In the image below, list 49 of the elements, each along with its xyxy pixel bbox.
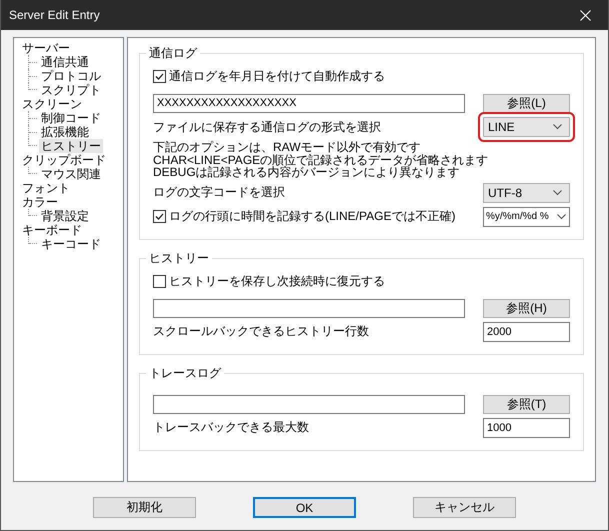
- tree-item[interactable]: ヒストリー: [39, 139, 103, 153]
- browse-button[interactable]: 参照(H): [483, 298, 570, 318]
- path-field[interactable]: [153, 298, 465, 318]
- checkbox[interactable]: [153, 70, 166, 83]
- field-label: スクロールバックできるヒストリー行数: [153, 323, 370, 340]
- tree-item[interactable]: 通信共通: [39, 55, 91, 69]
- tree-item[interactable]: スクリプト: [39, 83, 103, 97]
- dialog-button[interactable]: 初期化: [93, 497, 196, 518]
- path-field[interactable]: [153, 394, 465, 414]
- tree-item[interactable]: フォント: [20, 181, 72, 195]
- dropdown[interactable]: UTF-8: [483, 182, 570, 202]
- chevron-icon: [553, 124, 562, 130]
- group-title: トレースログ: [146, 366, 224, 380]
- dialog-button[interactable]: キャンセル: [413, 497, 516, 518]
- close-icon[interactable]: [580, 10, 590, 20]
- tree-item[interactable]: プロトコル: [39, 69, 103, 83]
- tree-item[interactable]: 制御コード: [39, 111, 103, 125]
- window-title: Server Edit Entry: [9, 8, 100, 22]
- tree-item[interactable]: キーボード: [20, 223, 84, 237]
- tree-item[interactable]: サーバー: [20, 41, 72, 55]
- tree-item[interactable]: カラー: [20, 195, 60, 209]
- chevron-icon: [553, 190, 562, 196]
- group-title: 通信ログ: [146, 46, 200, 60]
- path-field[interactable]: XXXXXXXXXXXXXXXXXXX: [153, 94, 465, 113]
- tree-item[interactable]: スクリーン: [20, 97, 84, 111]
- tree-item[interactable]: 拡張機能: [39, 125, 91, 139]
- checkbox-label: 通信ログを年月日を付けて自動作成する: [169, 68, 385, 85]
- number-field[interactable]: 1000: [483, 418, 570, 438]
- checkbox-label: ログの行頭に時間を記録する(LINE/PAGEでは不正確): [169, 208, 456, 225]
- checkbox-label: ヒストリーを保存し次接続時に復元する: [169, 272, 385, 290]
- select-label: ログの文字コードを選択: [153, 184, 286, 201]
- tree-item[interactable]: マウス関連: [39, 167, 103, 181]
- number-field[interactable]: 2000: [483, 322, 570, 342]
- checkbox[interactable]: [153, 274, 166, 288]
- chevron-icon: [557, 214, 566, 220]
- group-title: ヒストリー: [146, 250, 212, 264]
- browse-button[interactable]: 参照(L): [483, 94, 570, 113]
- field-label: トレースバックできる最大数: [153, 419, 310, 436]
- tree-item[interactable]: キーコード: [39, 237, 103, 251]
- dropdown[interactable]: %y/%m/%d %: [483, 206, 570, 226]
- tree-item[interactable]: クリップボード: [20, 153, 108, 167]
- note-text: DEBUGは記録される内容がバージョンにより異なります: [153, 166, 460, 178]
- note-text: CHAR<LINE<PAGEの順位で記録されるデータが省略されます: [153, 154, 490, 166]
- note-text: 下記のオプションは、RAWモード以外で有効です: [153, 141, 422, 154]
- browse-button[interactable]: 参照(T): [483, 394, 570, 414]
- checkbox[interactable]: [153, 210, 166, 223]
- dialog-button[interactable]: OK: [253, 497, 356, 518]
- select-label: ファイルに保存する通信ログの形式を選択: [153, 118, 382, 136]
- tree-item[interactable]: 背景設定: [39, 209, 91, 223]
